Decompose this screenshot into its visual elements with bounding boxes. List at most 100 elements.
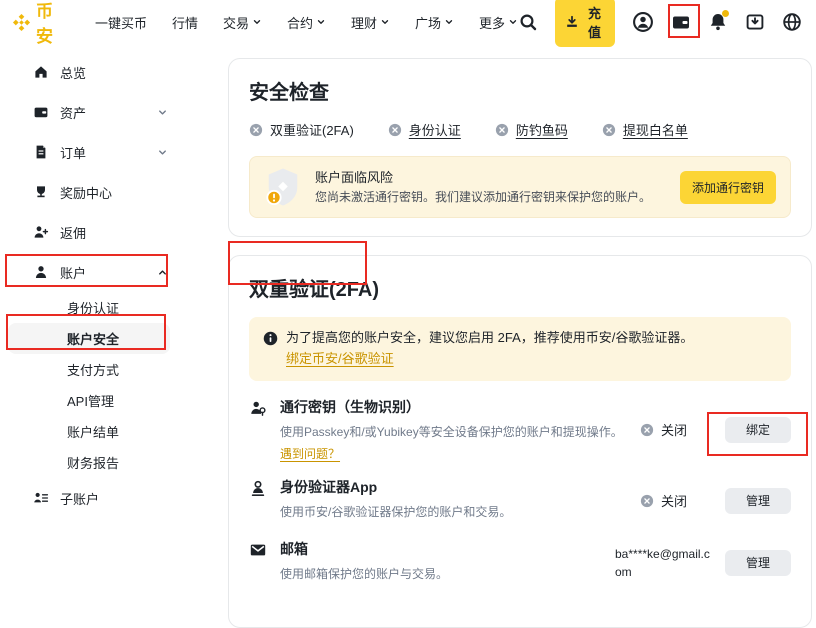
chevron-down-icon bbox=[316, 17, 326, 27]
email-manage-button[interactable]: 管理 bbox=[725, 550, 791, 576]
profile-icon[interactable] bbox=[632, 11, 654, 33]
account-submenu: 身份认证 账户安全 支付方式 API管理 账户结单 财务报告 bbox=[0, 292, 180, 478]
sidebar-item-label: 订单 bbox=[60, 143, 86, 162]
subitem-label: 支付方式 bbox=[67, 360, 119, 379]
nav-item-square[interactable]: 广场 bbox=[415, 13, 454, 32]
deposit-button[interactable]: 充值 bbox=[555, 0, 615, 47]
sidebar-item-sub-accounts[interactable]: 子账户 bbox=[0, 478, 180, 518]
subitem-label: API管理 bbox=[67, 391, 114, 410]
orders-icon bbox=[33, 144, 49, 160]
chevron-down-icon bbox=[157, 107, 168, 118]
status-label: 关闭 bbox=[661, 491, 687, 510]
sidebar-subitem-financial-reports[interactable]: 财务报告 bbox=[8, 447, 170, 478]
row-main: 通行密钥（生物识别） 使用Passkey和/或Yubikey等安全设备保护您的账… bbox=[280, 397, 627, 463]
circle-x-status-icon bbox=[249, 123, 263, 137]
check-item-2fa[interactable]: 双重验证(2FA) bbox=[249, 120, 354, 139]
nav-item-futures[interactable]: 合约 bbox=[287, 13, 326, 32]
row-status: 关闭 bbox=[640, 491, 712, 510]
logo-text: 币安 bbox=[36, 0, 71, 47]
check-item-label: 身份认证 bbox=[409, 120, 461, 139]
nav-label: 交易 bbox=[223, 13, 249, 32]
chevron-up-icon bbox=[157, 267, 168, 278]
notification-dot bbox=[722, 10, 729, 17]
subitem-label: 财务报告 bbox=[67, 453, 119, 472]
nav-item-trade[interactable]: 交易 bbox=[223, 13, 262, 32]
passkey-biometric-icon bbox=[249, 399, 267, 463]
security-check-title: 安全检查 bbox=[249, 76, 791, 105]
binance-logo[interactable]: 币安 bbox=[12, 0, 71, 47]
nav-label: 合约 bbox=[287, 13, 313, 32]
circle-x-status-icon bbox=[640, 423, 654, 437]
nav-item-buy-crypto[interactable]: 一键买币 bbox=[95, 13, 147, 32]
sidebar-subitem-payment-methods[interactable]: 支付方式 bbox=[8, 354, 170, 385]
header-actions: 充值 bbox=[518, 0, 802, 47]
security-check-card: 安全检查 双重验证(2FA) 身份认证 防钓鱼码 提现白名单 bbox=[228, 58, 812, 237]
twofa-notice: 为了提高您的账户安全，建议您启用 2FA，推荐使用币安/谷歌验证器。 绑定币安/… bbox=[249, 317, 791, 381]
row-title: 身份验证器App bbox=[280, 477, 627, 497]
sidebar-subitem-api-management[interactable]: API管理 bbox=[8, 385, 170, 416]
row-main: 邮箱 使用邮箱保护您的账户与交易。 bbox=[280, 539, 602, 587]
deposit-label: 充值 bbox=[584, 3, 605, 41]
chevron-down-icon bbox=[380, 17, 390, 27]
twofa-title: 双重验证(2FA) bbox=[249, 273, 791, 302]
check-item-anti-phishing[interactable]: 防钓鱼码 bbox=[495, 120, 568, 139]
sidebar-item-label: 账户 bbox=[60, 263, 86, 282]
subitem-label: 账户安全 bbox=[67, 329, 119, 348]
main-content: 安全检查 双重验证(2FA) 身份认证 防钓鱼码 提现白名单 bbox=[228, 58, 812, 628]
app-download-icon[interactable] bbox=[745, 12, 765, 32]
sidebar-subitem-identity-verification[interactable]: 身份认证 bbox=[8, 292, 170, 323]
authenticator-app-icon bbox=[249, 479, 267, 525]
authenticator-manage-button[interactable]: 管理 bbox=[725, 488, 791, 514]
sidebar-item-orders[interactable]: 订单 bbox=[0, 132, 180, 172]
sidebar-item-overview[interactable]: 总览 bbox=[0, 52, 180, 92]
info-icon bbox=[263, 331, 278, 370]
search-icon[interactable] bbox=[518, 12, 538, 32]
account-person-icon bbox=[33, 264, 49, 280]
add-passkey-button[interactable]: 添加通行密钥 bbox=[680, 171, 776, 204]
row-title: 邮箱 bbox=[280, 539, 602, 559]
alert-texts: 账户面临风险 您尚未激活通行密钥。我们建议添加通行密钥来保护您的账户。 bbox=[315, 168, 651, 207]
nav-label: 一键买币 bbox=[95, 13, 147, 32]
nav-label: 广场 bbox=[415, 13, 441, 32]
nav-item-more[interactable]: 更多 bbox=[479, 13, 518, 32]
row-description: 使用币安/谷歌验证器保护您的账户和交易。 bbox=[280, 503, 627, 521]
sidebar-item-rewards-hub[interactable]: 奖励中心 bbox=[0, 172, 180, 212]
row-main: 身份验证器App 使用币安/谷歌验证器保护您的账户和交易。 bbox=[280, 477, 627, 525]
nav-label: 理财 bbox=[351, 13, 377, 32]
language-globe-icon[interactable] bbox=[782, 12, 802, 32]
passkey-bind-button[interactable]: 绑定 bbox=[725, 417, 791, 443]
notice-text: 为了提高您的账户安全，建议您启用 2FA，推荐使用币安/谷歌验证器。 bbox=[286, 328, 693, 349]
security-check-items: 双重验证(2FA) 身份认证 防钓鱼码 提现白名单 bbox=[249, 120, 791, 139]
nav-item-earn[interactable]: 理财 bbox=[351, 13, 390, 32]
sidebar-item-label: 奖励中心 bbox=[60, 183, 112, 202]
sidebar-item-assets[interactable]: 资产 bbox=[0, 92, 180, 132]
nav-item-markets[interactable]: 行情 bbox=[172, 13, 198, 32]
sidebar-item-referral[interactable]: 返佣 bbox=[0, 212, 180, 252]
notifications-bell-icon[interactable] bbox=[708, 12, 728, 32]
row-description: 使用Passkey和/或Yubikey等安全设备保护您的账户和提现操作。 bbox=[280, 423, 627, 441]
circle-x-status-icon bbox=[640, 494, 654, 508]
row-description: 使用邮箱保护您的账户与交易。 bbox=[280, 565, 602, 583]
subitem-label: 账户结单 bbox=[67, 422, 119, 441]
sidebar-item-label: 总览 bbox=[60, 63, 86, 82]
sidebar-subitem-account-security[interactable]: 账户安全 bbox=[8, 323, 170, 354]
wallet-icon[interactable] bbox=[671, 12, 691, 32]
passkey-help-link[interactable]: 遇到问题？ bbox=[280, 447, 340, 461]
sidebar-item-account[interactable]: 账户 bbox=[0, 252, 180, 292]
nav-label: 行情 bbox=[172, 13, 198, 32]
sidebar-subitem-account-statement[interactable]: 账户结单 bbox=[8, 416, 170, 447]
referral-person-plus-icon bbox=[33, 224, 49, 240]
check-item-label: 防钓鱼码 bbox=[516, 120, 568, 139]
sidebar-item-label: 返佣 bbox=[60, 223, 86, 242]
sidebar: 总览 资产 订单 奖励中心 返佣 账户 身份认证 账户安全 支付方式 API管理 bbox=[0, 52, 180, 518]
binance-logo-icon bbox=[12, 13, 31, 32]
bind-authenticator-link[interactable]: 绑定币安/谷歌验证 bbox=[286, 351, 394, 366]
notice-texts: 为了提高您的账户安全，建议您启用 2FA，推荐使用币安/谷歌验证器。 绑定币安/… bbox=[286, 328, 693, 370]
chevron-down-icon bbox=[444, 17, 454, 27]
top-navbar: 币安 一键买币 行情 交易 合约 理财 广场 更多 bbox=[0, 0, 816, 44]
check-item-label: 提现白名单 bbox=[623, 120, 688, 139]
check-item-withdrawal-whitelist[interactable]: 提现白名单 bbox=[602, 120, 688, 139]
main-nav: 一键买币 行情 交易 合约 理财 广场 更多 bbox=[95, 13, 518, 32]
check-item-identity[interactable]: 身份认证 bbox=[388, 120, 461, 139]
twofa-card: 双重验证(2FA) 为了提高您的账户安全，建议您启用 2FA，推荐使用币安/谷歌… bbox=[228, 255, 812, 628]
